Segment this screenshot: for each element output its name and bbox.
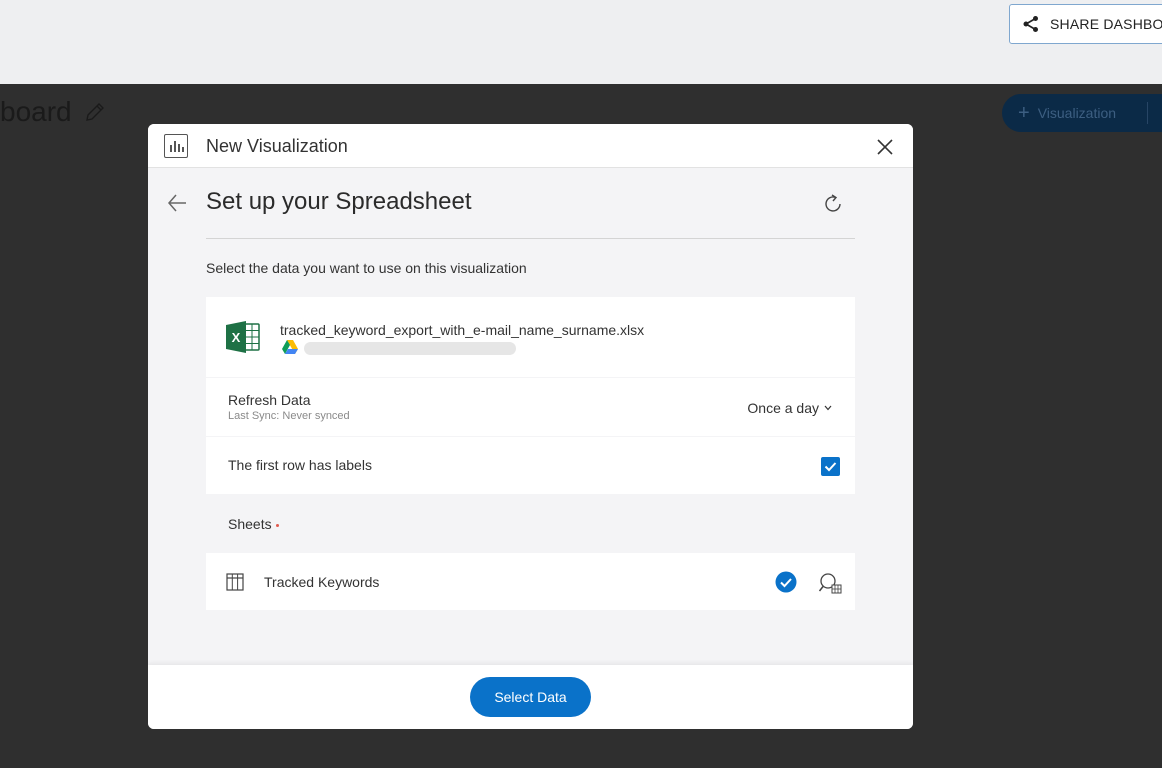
plus-icon: + [1018, 102, 1030, 124]
add-visualization-button[interactable]: + Visualization [1002, 94, 1162, 132]
refresh-data-label: Refresh Data [228, 392, 311, 408]
new-visualization-dialog: New Visualization Set up your Spreadshee… [148, 124, 913, 729]
google-drive-icon [282, 340, 298, 354]
refresh-frequency-value: Once a day [747, 400, 819, 416]
dialog-title: New Visualization [206, 136, 348, 156]
chevron-down-icon [824, 405, 832, 411]
required-indicator [275, 523, 279, 527]
check-circle-icon[interactable] [775, 571, 797, 593]
add-visualization-label: Visualization [1037, 105, 1117, 121]
back-arrow-icon[interactable] [166, 192, 188, 214]
first-row-labels-checkbox[interactable] [821, 457, 840, 476]
bar-chart-icon [164, 134, 188, 158]
section-divider [206, 238, 855, 239]
dialog-footer: Select Data [148, 665, 913, 729]
svg-text:X: X [232, 330, 241, 345]
last-sync-text: Last Sync: Never synced [228, 410, 350, 422]
preview-search-icon[interactable] [818, 571, 842, 595]
sheet-name: Tracked Keywords [264, 574, 380, 590]
top-bar: SHARE DASHBOARD [0, 0, 1162, 84]
refresh-frequency-dropdown[interactable]: Once a day [747, 400, 833, 416]
sheets-label-text: Sheets [228, 516, 272, 532]
table-icon [226, 573, 244, 591]
share-dashboard-label: SHARE DASHBOARD [1050, 16, 1162, 32]
file-name: tracked_keyword_export_with_e-mail_name_… [280, 322, 645, 338]
dialog-header: New Visualization [148, 124, 913, 168]
excel-icon: X [226, 321, 260, 353]
instruction-text: Select the data you want to use on this … [206, 260, 527, 276]
checkmark-icon [824, 462, 837, 472]
redacted-account [304, 342, 516, 355]
button-divider [1147, 102, 1148, 124]
select-data-button[interactable]: Select Data [470, 677, 591, 717]
dashboard-title-text: board [0, 96, 72, 127]
section-title: Set up your Spreadsheet [206, 188, 472, 215]
close-icon[interactable] [874, 136, 896, 158]
share-dashboard-button[interactable]: SHARE DASHBOARD [1009, 4, 1162, 44]
first-row-labels-text: The first row has labels [228, 457, 372, 473]
sheets-label: Sheets [228, 516, 279, 532]
refresh-icon[interactable] [821, 192, 845, 216]
share-icon [1023, 16, 1038, 32]
sheet-list-item[interactable]: Tracked Keywords [206, 553, 855, 610]
file-card: X tracked_keyword_export_with_e-mail_nam… [206, 297, 855, 377]
pencil-icon[interactable] [84, 101, 106, 123]
first-row-labels-row: The first row has labels [206, 437, 855, 494]
dashboard-title: board [0, 96, 106, 128]
refresh-data-row: Refresh Data Last Sync: Never synced Onc… [206, 378, 855, 436]
